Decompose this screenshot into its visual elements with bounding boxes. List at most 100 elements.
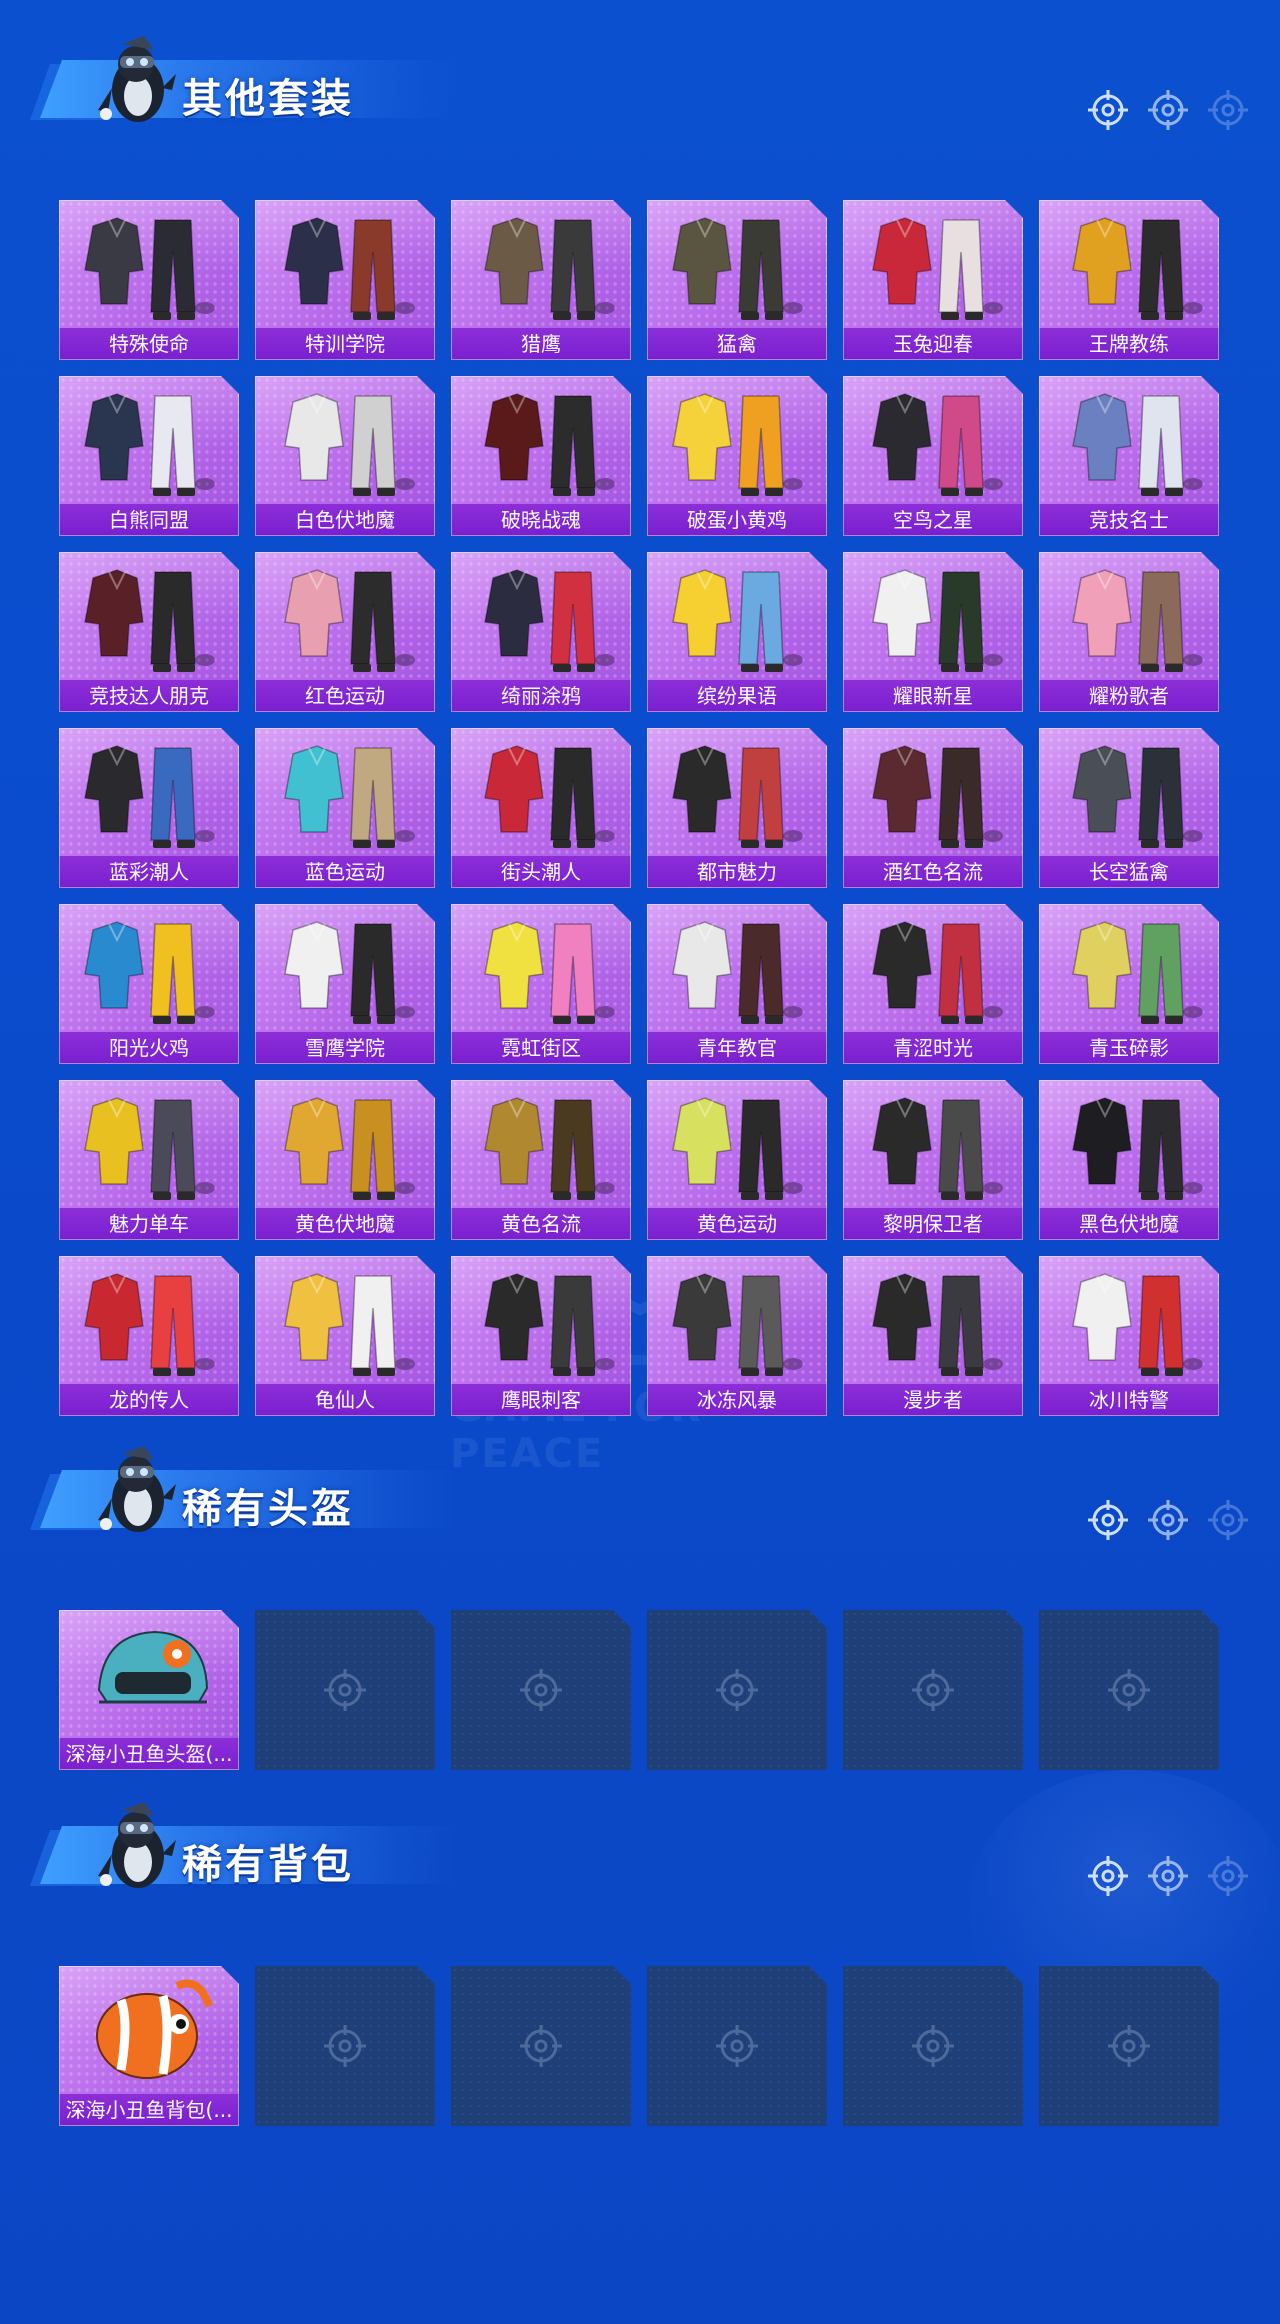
item-card[interactable]: 缤纷果语 [647,552,827,712]
item-card[interactable]: 魅力单车 [59,1080,239,1240]
item-name-label: 蓝色运动 [255,856,435,888]
outfit-illustration-icon [84,1097,215,1200]
item-card[interactable]: 竞技名士 [1039,376,1219,536]
item-name-label: 猎鹰 [451,328,631,360]
outfit-illustration-icon [284,217,415,320]
outfit-illustration-icon [84,921,215,1024]
section-target-icons [1086,88,1250,132]
item-card[interactable]: 街头潮人 [451,728,631,888]
item-card[interactable]: 黄色运动 [647,1080,827,1240]
outfit-illustration-icon [484,393,615,496]
item-card[interactable]: 龟仙人 [255,1256,435,1416]
item-name-label: 破晓战魂 [451,504,631,536]
item-name-label: 深海小丑鱼头盔(... [59,1738,239,1770]
item-card[interactable]: 深海小丑鱼头盔(... [59,1610,239,1770]
item-card[interactable]: 特殊使命 [59,200,239,360]
empty-item-slot [255,1610,435,1770]
item-grid: 深海小丑鱼头盔(... [59,1610,1219,1770]
item-card[interactable]: 霓虹街区 [451,904,631,1064]
item-card[interactable]: 龙的传人 [59,1256,239,1416]
item-card[interactable]: 白熊同盟 [59,376,239,536]
item-card[interactable]: 鹰眼刺客 [451,1256,631,1416]
outfit-illustration-icon [484,1097,615,1200]
item-name-label: 白熊同盟 [59,504,239,536]
item-card[interactable]: 红色运动 [255,552,435,712]
item-card[interactable]: 都市魅力 [647,728,827,888]
item-name-label: 青玉碎影 [1039,1032,1219,1064]
outfit-illustration-icon [672,745,803,848]
item-name-label: 耀眼新星 [843,680,1023,712]
crosshair-target-icon [716,2025,758,2067]
item-card[interactable]: 蓝彩潮人 [59,728,239,888]
crosshair-target-icon [520,2025,562,2067]
item-card[interactable]: 猎鹰 [451,200,631,360]
outfit-illustration-icon [1072,921,1203,1024]
outfit-illustration-icon [84,745,215,848]
item-name-label: 红色运动 [255,680,435,712]
outfit-illustration-icon [484,745,615,848]
outfit-illustration-icon [872,921,1003,1024]
outfit-illustration-icon [872,569,1003,672]
outfit-illustration-icon [284,745,415,848]
item-card[interactable]: 绮丽涂鸦 [451,552,631,712]
item-card[interactable]: 猛禽 [647,200,827,360]
outfit-illustration-icon [872,217,1003,320]
item-name-label: 鹰眼刺客 [451,1384,631,1416]
item-card[interactable]: 青涩时光 [843,904,1023,1064]
item-card[interactable]: 青玉碎影 [1039,904,1219,1064]
item-card[interactable]: 青年教官 [647,904,827,1064]
item-card[interactable]: 黄色名流 [451,1080,631,1240]
item-card[interactable]: 漫步者 [843,1256,1023,1416]
item-card[interactable]: 蓝色运动 [255,728,435,888]
outfit-illustration-icon [284,1273,415,1376]
item-card[interactable]: 破蛋小黄鸡 [647,376,827,536]
item-card[interactable]: 冰川特警 [1039,1256,1219,1416]
item-name-label: 都市魅力 [647,856,827,888]
item-card[interactable]: 竞技达人朋克 [59,552,239,712]
outfit-illustration-icon [484,1273,615,1376]
item-name-label: 破蛋小黄鸡 [647,504,827,536]
crosshair-target-icon [324,2025,366,2067]
outfit-illustration-icon [872,745,1003,848]
item-card[interactable]: 长空猛禽 [1039,728,1219,888]
crosshair-target-icon [1108,2025,1150,2067]
outfit-illustration-icon [672,393,803,496]
crosshair-target-icon [1088,1856,1128,1896]
empty-item-slot [647,1966,827,2126]
item-card[interactable]: 黄色伏地魔 [255,1080,435,1240]
item-card[interactable]: 雪鹰学院 [255,904,435,1064]
outfit-illustration-icon [1072,569,1203,672]
item-card[interactable]: 白色伏地魔 [255,376,435,536]
item-card[interactable]: 冰冻风暴 [647,1256,827,1416]
item-name-label: 猛禽 [647,328,827,360]
empty-item-slot [451,1966,631,2126]
helmet-illustration-icon [97,1630,209,1704]
item-card[interactable]: 破晓战魂 [451,376,631,536]
item-card[interactable]: 黎明保卫者 [843,1080,1023,1240]
item-name-label: 竞技达人朋克 [59,680,239,712]
item-card[interactable]: 阳光火鸡 [59,904,239,1064]
crosshair-target-icon [912,1669,954,1711]
item-name-label: 漫步者 [843,1384,1023,1416]
section-title: 稀有背包 [182,1842,354,1888]
crosshair-target-icon [912,2025,954,2067]
item-card[interactable]: 特训学院 [255,200,435,360]
empty-item-slot [451,1610,631,1770]
outfit-illustration-icon [84,217,215,320]
item-card[interactable]: 空鸟之星 [843,376,1023,536]
item-card[interactable]: 深海小丑鱼背包(... [59,1966,239,2126]
item-name-label: 阳光火鸡 [59,1032,239,1064]
item-card[interactable]: 耀粉歌者 [1039,552,1219,712]
item-card[interactable]: 黑色伏地魔 [1039,1080,1219,1240]
outfit-illustration-icon [284,569,415,672]
item-card[interactable]: 酒红色名流 [843,728,1023,888]
outfit-illustration-icon [1072,217,1203,320]
penguin-mascot-icon [98,1802,176,1888]
item-name-label: 黄色伏地魔 [255,1208,435,1240]
item-card[interactable]: 王牌教练 [1039,200,1219,360]
crosshair-target-icon [1208,90,1248,130]
outfit-illustration-icon [284,921,415,1024]
item-card[interactable]: 耀眼新星 [843,552,1023,712]
outfit-illustration-icon [284,393,415,496]
item-card[interactable]: 玉兔迎春 [843,200,1023,360]
